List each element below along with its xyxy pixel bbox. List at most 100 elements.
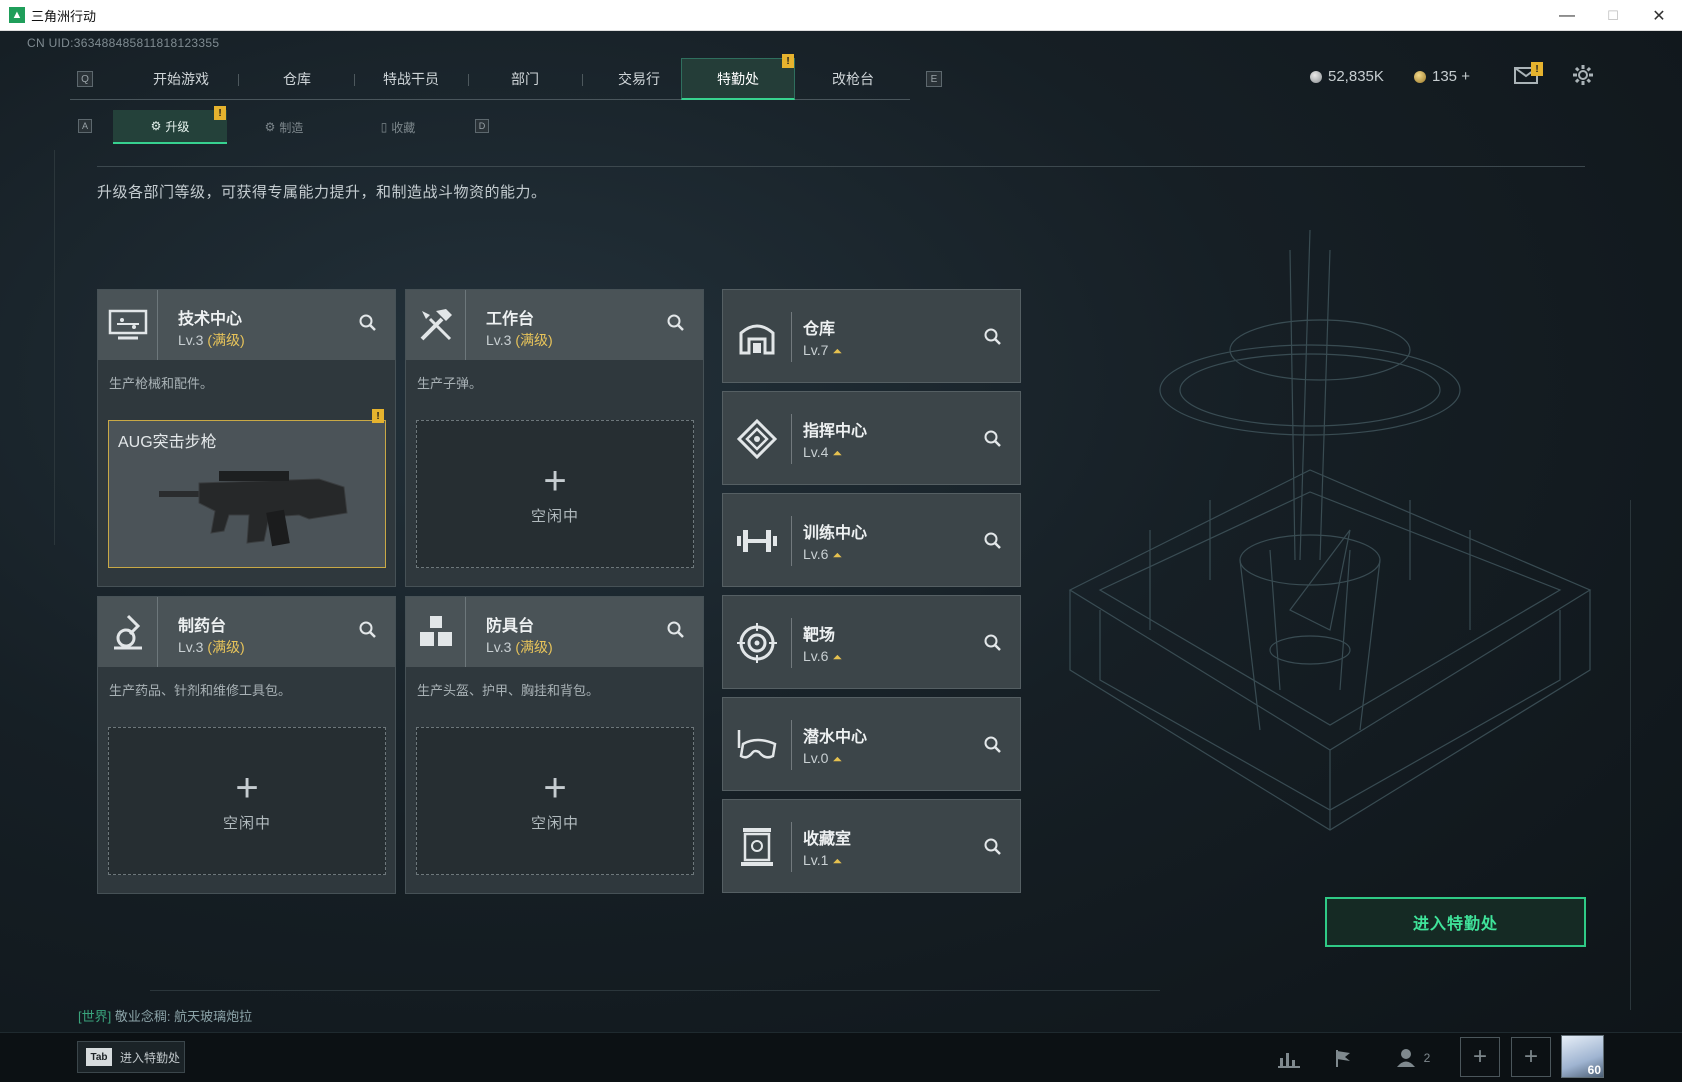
tab-gunsmith[interactable]: 改枪台 — [796, 58, 910, 100]
search-icon[interactable] — [984, 838, 1004, 858]
player-level: 60 — [1587, 1063, 1601, 1077]
search-icon[interactable] — [359, 314, 379, 334]
decor-line — [1630, 500, 1631, 1010]
chat-line[interactable]: [世界] 敬业念稠: 航天玻璃炮拉 — [78, 1006, 252, 1025]
stats-button[interactable] — [1272, 1044, 1306, 1072]
facility-command-center[interactable]: 指挥中心 Lv.4 ⏶ — [722, 391, 1021, 485]
chat-channel: [世界] — [78, 1009, 112, 1024]
max-level-tag: (满级) — [207, 639, 245, 655]
production-slot-empty[interactable]: + 空闲中 — [416, 420, 694, 568]
upgrade-icon: ⚙ — [150, 119, 162, 133]
search-icon[interactable] — [984, 430, 1004, 450]
facility-title: 靶场 — [803, 627, 836, 644]
minimize-button[interactable]: — — [1544, 0, 1590, 31]
flag-button[interactable] — [1326, 1044, 1360, 1072]
add-icon: + — [543, 458, 567, 503]
avatar[interactable]: 60 — [1561, 1035, 1604, 1078]
diving-center-icon — [723, 698, 791, 792]
production-slot-empty[interactable]: + 空闲中 — [416, 727, 694, 875]
facility-training-center[interactable]: 训练中心 Lv.6 ⏶ — [722, 493, 1021, 587]
subtab-craft[interactable]: ⚙ 制造 — [227, 110, 341, 144]
search-icon[interactable] — [984, 736, 1004, 756]
gold-amount: 135 + — [1432, 68, 1470, 85]
facility-separator — [791, 618, 792, 668]
card-level: Lv.3 (满级) — [486, 330, 553, 350]
card-header: 制药台 Lv.3 (满级) — [98, 597, 395, 667]
nav-prev-key[interactable]: Q — [77, 71, 93, 87]
decor-line — [54, 150, 55, 545]
card-tech-center[interactable]: 技术中心 Lv.3 (满级) 生产枪械和配件。 AUG突击步枪 ! — [97, 289, 396, 587]
facility-title: 仓库 — [803, 321, 836, 338]
card-title: 工作台 — [486, 311, 535, 328]
card-level: Lv.3 (满级) — [178, 330, 245, 350]
collection-icon: ▯ — [380, 120, 388, 134]
subnav-prev-key[interactable]: A — [78, 119, 92, 133]
silver-coin-icon — [1310, 70, 1322, 83]
friends-button[interactable]: 2 — [1388, 1044, 1438, 1072]
add-icon: + — [543, 765, 567, 810]
enter-special-ops-shortcut[interactable]: Tab 进入特勤处 — [77, 1041, 185, 1073]
nav-next-key[interactable]: E — [926, 71, 942, 87]
tab-trading[interactable]: 交易行 — [582, 58, 696, 100]
tab-departments[interactable]: 部门 — [468, 58, 582, 100]
tab-special-ops-badge: ! — [782, 54, 794, 68]
tab-warehouse[interactable]: 仓库 — [240, 58, 354, 100]
gold-currency[interactable]: 135 + — [1414, 68, 1470, 85]
card-armor-bench[interactable]: 防具台 Lv.3 (满级) 生产头盔、护甲、胸挂和背包。 + 空闲中 — [405, 596, 704, 894]
tab-start-game[interactable]: 开始游戏 — [124, 58, 238, 100]
facility-level: Lv.6 ⏶ — [803, 546, 842, 563]
maximize-button[interactable]: ☐ — [1590, 0, 1636, 31]
subtab-upgrade[interactable]: ⚙ 升级 — [113, 110, 227, 144]
search-icon[interactable] — [667, 314, 687, 334]
card-pharmacy[interactable]: 制药台 Lv.3 (满级) 生产药品、针剂和维修工具包。 + 空闲中 — [97, 596, 396, 894]
card-header: 防具台 Lv.3 (满级) — [406, 597, 703, 667]
production-slot-item[interactable]: AUG突击步枪 — [108, 420, 386, 568]
level-value: Lv.1 — [803, 852, 829, 868]
facility-shooting-range[interactable]: 靶场 Lv.6 ⏶ — [722, 595, 1021, 689]
close-button[interactable]: ✕ — [1636, 0, 1682, 31]
facility-title: 训练中心 — [803, 525, 868, 542]
settings-button[interactable] — [1572, 64, 1594, 92]
enter-special-ops-button[interactable]: 进入特勤处 — [1325, 897, 1586, 947]
nav-separator — [238, 74, 239, 86]
subtab-collection[interactable]: ▯ 收藏 — [341, 110, 455, 144]
search-icon[interactable] — [984, 328, 1004, 348]
upgrade-available-icon: ⏶ — [832, 344, 843, 358]
mail-badge: ! — [1531, 62, 1543, 76]
shooting-range-icon — [723, 596, 791, 690]
level-value: Lv.3 — [486, 639, 512, 655]
max-level-tag: (满级) — [515, 639, 553, 655]
chat-message: 敬业念稠: 航天玻璃炮拉 — [114, 1009, 253, 1024]
subtab-collection-label: 收藏 — [391, 120, 416, 135]
silver-currency[interactable]: 52,835K — [1310, 68, 1384, 85]
collection-room-icon — [723, 800, 791, 894]
gear-icon — [1573, 65, 1593, 85]
card-header: 工作台 Lv.3 (满级) — [406, 290, 703, 360]
item-name: AUG突击步枪 — [118, 434, 217, 451]
max-level-tag: (满级) — [515, 332, 553, 348]
search-icon[interactable] — [667, 621, 687, 641]
flag-icon — [1336, 1050, 1350, 1067]
sub-nav: A ⚙ 升级 ! ⚙ 制造 ▯ 收藏 D — [77, 106, 497, 144]
facility-level: Lv.7 ⏶ — [803, 342, 842, 359]
header-divider — [97, 166, 1585, 167]
search-icon[interactable] — [984, 532, 1004, 552]
tab-operators[interactable]: 特战干员 — [354, 58, 468, 100]
search-icon[interactable] — [359, 621, 379, 641]
subnav-next-key[interactable]: D — [475, 119, 489, 133]
facility-separator — [791, 414, 792, 464]
gold-coin-icon — [1414, 70, 1426, 83]
decor-line — [150, 990, 1160, 991]
card-workbench[interactable]: 工作台 Lv.3 (满级) 生产子弹。 + 空闲中 — [405, 289, 704, 587]
facility-diving-center[interactable]: 潜水中心 Lv.0 ⏶ — [722, 697, 1021, 791]
add-slot-1[interactable]: + — [1460, 1037, 1500, 1077]
facility-warehouse[interactable]: 仓库 Lv.7 ⏶ — [722, 289, 1021, 383]
production-slot-empty[interactable]: + 空闲中 — [108, 727, 386, 875]
add-slot-2[interactable]: + — [1511, 1037, 1551, 1077]
search-icon[interactable] — [984, 634, 1004, 654]
training-center-icon — [723, 494, 791, 588]
add-icon: + — [235, 765, 259, 810]
tab-special-ops[interactable]: 特勤处 — [681, 58, 795, 100]
level-value: Lv.7 — [803, 342, 829, 358]
facility-collection-room[interactable]: 收藏室 Lv.1 ⏶ — [722, 799, 1021, 893]
